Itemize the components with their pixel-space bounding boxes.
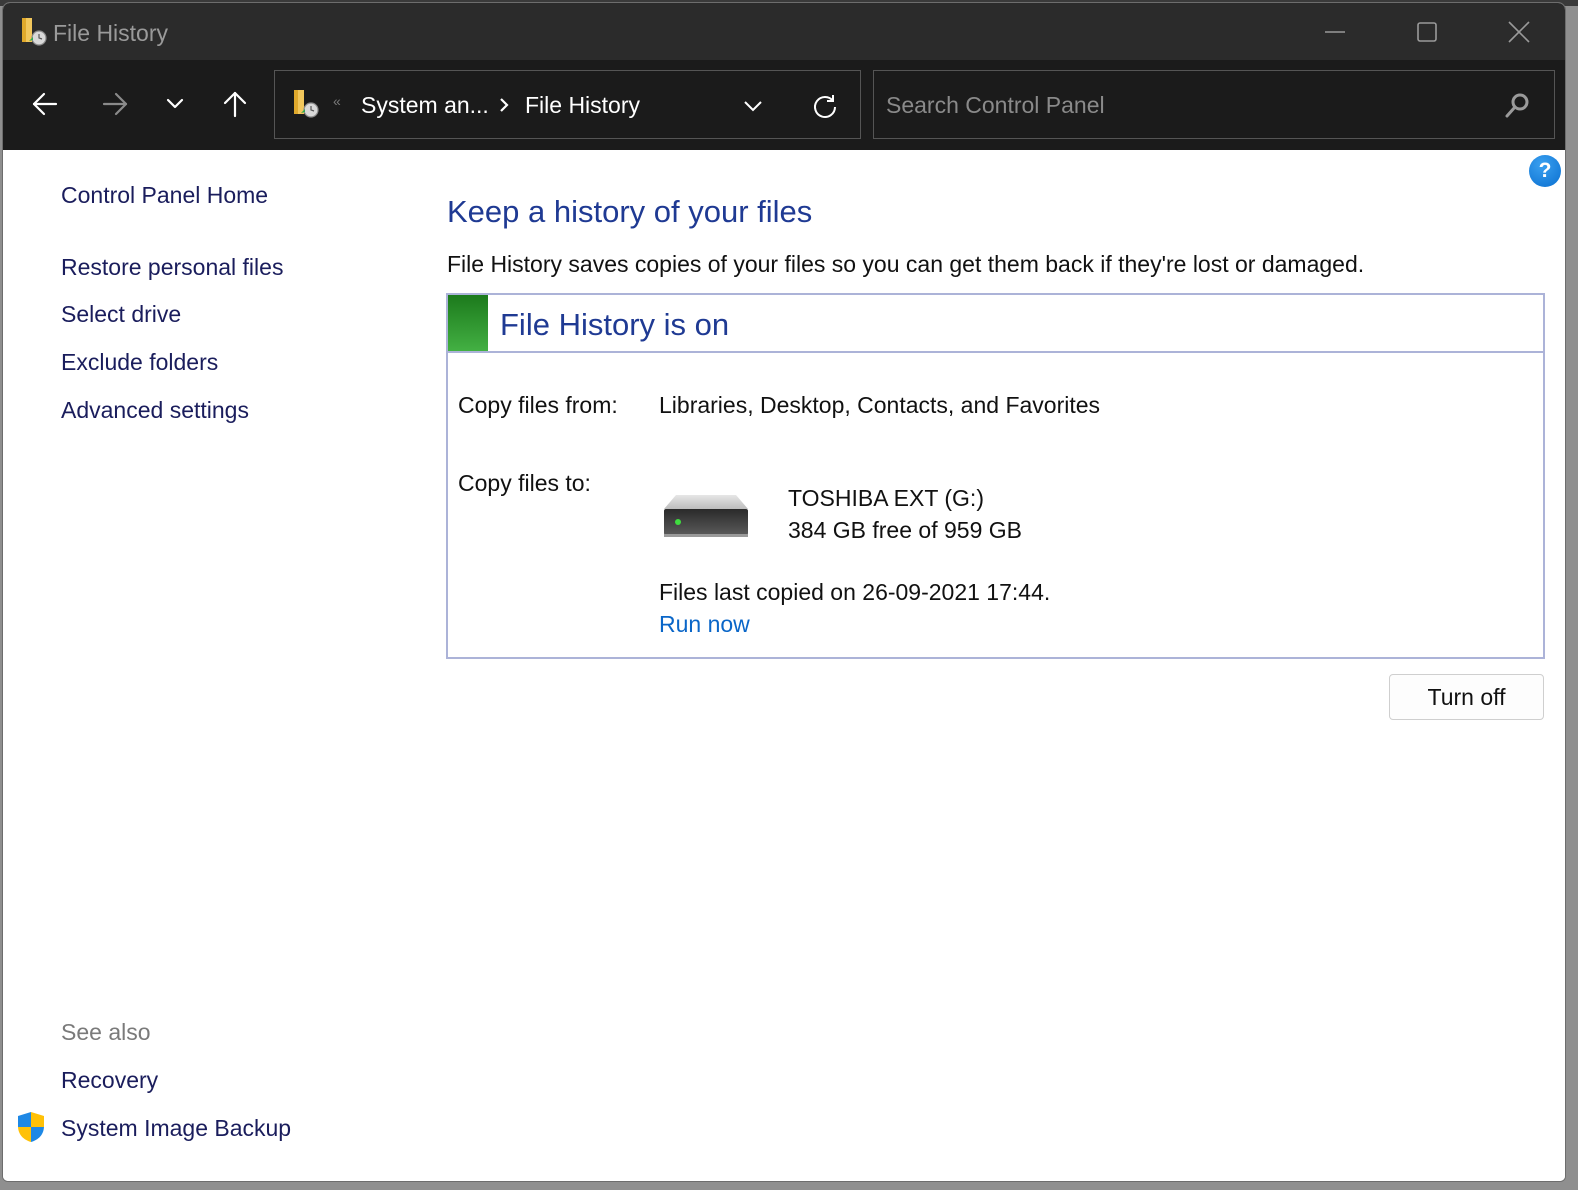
up-arrow-icon (223, 91, 247, 118)
external-drive-icon (662, 491, 750, 541)
back-button[interactable] (23, 82, 67, 126)
see-also-heading: See also (61, 1019, 151, 1045)
navigation-bar: « System an... File History (3, 60, 1565, 150)
chevron-down-icon (166, 98, 184, 109)
sidebar-advanced-settings[interactable]: Advanced settings (61, 397, 249, 424)
sidebar-exclude-folders[interactable]: Exclude folders (61, 349, 218, 376)
help-button[interactable]: ? (1529, 155, 1561, 187)
sidebar-recovery[interactable]: Recovery (61, 1067, 158, 1094)
turn-off-button[interactable]: Turn off (1389, 674, 1544, 720)
forward-arrow-icon (102, 92, 128, 116)
chevron-down-icon (744, 101, 762, 112)
breadcrumb-overflow[interactable]: « (333, 93, 341, 109)
copy-from-label: Copy files from: (458, 392, 618, 418)
status-title: File History is on (500, 307, 730, 342)
copy-from-value: Libraries, Desktop, Contacts, and Favori… (659, 392, 1101, 418)
sidebar-select-drive[interactable]: Select drive (61, 301, 181, 328)
status-indicator-bar (448, 295, 488, 351)
file-history-status-panel: File History is on Copy files from: Libr… (446, 293, 1545, 659)
up-button[interactable] (213, 82, 257, 126)
search-icon[interactable] (1502, 91, 1532, 121)
sidebar-control-panel-home[interactable]: Control Panel Home (61, 182, 268, 209)
minimize-icon (1325, 30, 1345, 33)
title-bar: File History (3, 3, 1565, 60)
content-area: ? Control Panel Home Restore personal fi… (3, 150, 1565, 1181)
breadcrumb-system-and-security[interactable]: System an... (361, 92, 489, 119)
copy-to-label: Copy files to: (458, 470, 591, 496)
forward-button[interactable] (93, 82, 137, 126)
status-header: File History is on (448, 295, 1543, 353)
maximize-button[interactable] (1381, 3, 1473, 60)
address-bar[interactable]: « System an... File History (274, 70, 861, 139)
page-description: File History saves copies of your files … (447, 251, 1365, 277)
window-title: File History (53, 20, 169, 46)
drive-free-space: 384 GB free of 959 GB (788, 517, 1022, 543)
recent-locations-button[interactable] (153, 82, 197, 126)
back-arrow-icon (32, 92, 58, 116)
breadcrumb-chevron-right-icon[interactable] (497, 95, 511, 115)
file-history-app-icon (19, 17, 49, 47)
last-copied-text: Files last copied on 26-09-2021 17:44. (659, 579, 1051, 605)
file-history-window: File History « System an... File History… (2, 2, 1566, 1182)
minimize-button[interactable] (1289, 3, 1381, 60)
sidebar-restore-personal-files[interactable]: Restore personal files (61, 254, 283, 281)
run-now-link[interactable]: Run now (659, 611, 750, 638)
uac-shield-icon (16, 1111, 46, 1143)
search-input[interactable] (886, 83, 1486, 127)
maximize-icon (1417, 21, 1437, 42)
file-history-folder-icon (291, 89, 321, 119)
close-button[interactable] (1473, 3, 1565, 60)
refresh-button[interactable] (805, 86, 845, 126)
close-icon (1508, 20, 1530, 43)
drive-name: TOSHIBA EXT (G:) (788, 485, 984, 511)
search-box[interactable] (873, 70, 1555, 139)
sidebar-system-image-backup[interactable]: System Image Backup (61, 1115, 291, 1142)
page-title: Keep a history of your files (447, 194, 813, 229)
breadcrumb-file-history[interactable]: File History (525, 92, 640, 119)
help-icon: ? (1538, 159, 1552, 182)
refresh-icon (814, 95, 836, 118)
address-dropdown-button[interactable] (735, 88, 771, 124)
